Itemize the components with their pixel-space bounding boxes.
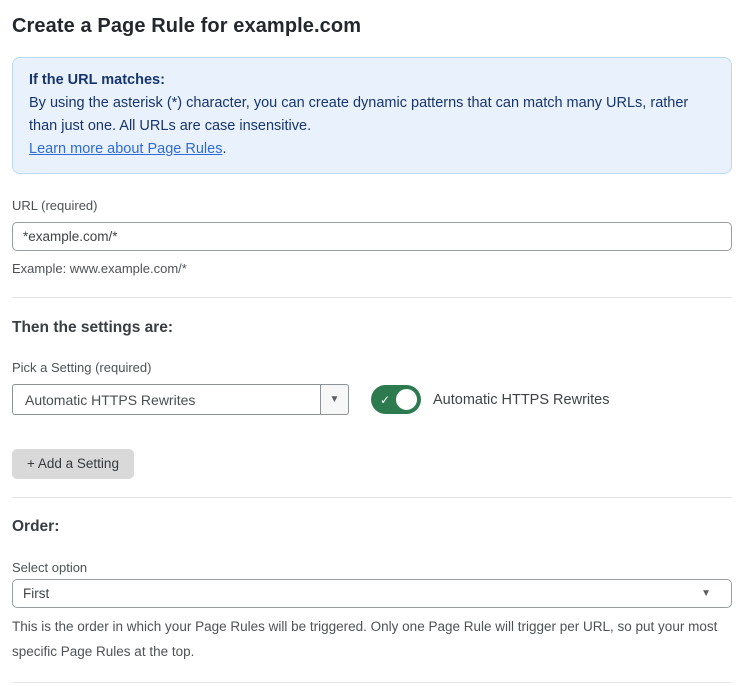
create-page-rule-panel: Create a Page Rule for example.com If th… xyxy=(0,0,743,686)
page-title: Create a Page Rule for example.com xyxy=(12,15,362,37)
footer-divider xyxy=(12,682,732,683)
order-select-value: First xyxy=(23,586,50,601)
setting-combobox-value[interactable]: Automatic HTTPS Rewrites xyxy=(12,384,320,415)
url-input[interactable] xyxy=(12,222,732,251)
setting-toggle[interactable]: ✓ xyxy=(371,385,421,414)
info-link-suffix: . xyxy=(222,141,227,157)
setting-combobox: Automatic HTTPS Rewrites ▼ xyxy=(12,384,349,415)
info-link-line: Learn more about Page Rules. xyxy=(29,138,715,161)
order-section-heading: Order: xyxy=(12,518,60,535)
chevron-down-icon: ▼ xyxy=(701,587,711,599)
chevron-down-icon: ▼ xyxy=(329,393,340,405)
order-select-label: Select option xyxy=(12,560,88,575)
section-divider xyxy=(12,497,732,498)
setting-row: Automatic HTTPS Rewrites ▼ ✓ Automatic H… xyxy=(12,384,732,415)
setting-combobox-button[interactable]: ▼ xyxy=(320,384,349,415)
toggle-knob xyxy=(394,387,419,412)
order-select[interactable]: First ▼ xyxy=(12,579,732,608)
url-field-label: URL (required) xyxy=(12,198,98,213)
info-heading: If the URL matches: xyxy=(29,72,165,88)
url-match-info-callout: If the URL matches: By using the asteris… xyxy=(12,57,732,174)
section-divider xyxy=(12,297,732,298)
info-body-text: By using the asterisk (*) character, you… xyxy=(29,95,689,134)
order-helper-text: This is the order in which your Page Rul… xyxy=(12,619,718,659)
setting-toggle-label: Automatic HTTPS Rewrites xyxy=(433,391,610,408)
url-helper-text: Example: www.example.com/* xyxy=(12,261,187,276)
add-setting-button[interactable]: + Add a Setting xyxy=(12,449,134,479)
check-icon: ✓ xyxy=(380,392,391,407)
learn-more-link[interactable]: Learn more about Page Rules xyxy=(29,141,222,157)
settings-section-heading: Then the settings are: xyxy=(12,319,174,336)
pick-setting-label: Pick a Setting (required) xyxy=(12,360,152,375)
